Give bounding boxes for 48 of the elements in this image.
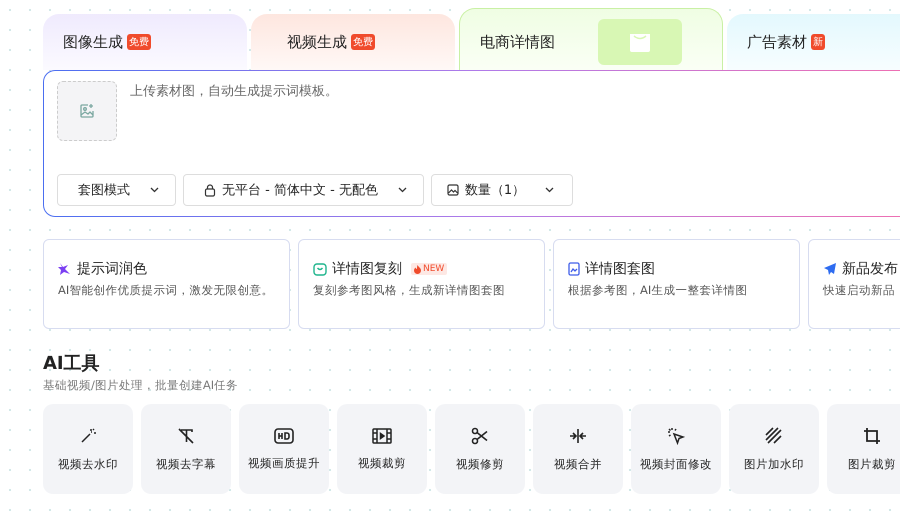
- new-label: NEW: [423, 264, 444, 274]
- mode-tab[interactable]: 视频生成 免费: [251, 14, 455, 70]
- flame-icon: [414, 264, 421, 274]
- hd-icon: [274, 428, 294, 444]
- tool-button[interactable]: 视频画质提升: [239, 404, 329, 494]
- feature-card[interactable]: 提示词润色 AI智能创作优质提示词，激发无限创意。: [43, 239, 290, 329]
- chevron-down-icon: [150, 187, 159, 193]
- card-description: 复刻参考图风格，生成新详情图套图: [313, 283, 506, 298]
- tool-button[interactable]: 图片加水印: [729, 404, 819, 494]
- card-description: 根据参考图，AI生成一整套详情图: [568, 283, 748, 298]
- scissors-icon: [471, 426, 489, 444]
- option-dropdown[interactable]: 套图模式: [57, 174, 176, 206]
- merge-icon: [569, 426, 587, 444]
- feature-card[interactable]: 详情图套图 根据参考图，AI生成一整套详情图: [553, 239, 800, 329]
- cursor-click-icon: [667, 426, 685, 444]
- tool-button[interactable]: 视频裁剪: [337, 404, 427, 494]
- card-description: 快速启动新品: [823, 283, 896, 298]
- card-description: AI智能创作优质提示词，激发无限创意。: [58, 283, 274, 298]
- crop-icon: [863, 426, 881, 444]
- upload-image-button[interactable]: [57, 81, 117, 141]
- mode-tab[interactable]: 广告素材 新: [727, 14, 900, 70]
- sparkle-icon: [58, 262, 72, 276]
- tool-button[interactable]: 图片裁剪: [827, 404, 900, 494]
- phone-image-icon: [568, 262, 580, 276]
- tool-button[interactable]: 视频去水印: [43, 404, 133, 494]
- option-dropdown[interactable]: 数量（1）: [430, 174, 574, 206]
- shopping-bag-icon: [598, 19, 682, 65]
- add-image-icon: [79, 103, 95, 119]
- text-off-icon: [177, 426, 195, 444]
- feature-card[interactable]: 新品发布 快速启动新品: [808, 239, 900, 329]
- mode-tab[interactable]: 电商详情图: [459, 8, 723, 70]
- chevron-down-icon: [398, 187, 407, 193]
- feature-card[interactable]: 详情图复刻 NEW 复刻参考图风格，生成新详情图套图: [298, 239, 545, 329]
- image-icon: [446, 184, 459, 196]
- section-title: AI工具: [43, 352, 100, 375]
- magic-wand-icon: [79, 426, 97, 444]
- tool-button[interactable]: 视频封面修改: [631, 404, 721, 494]
- chevron-down-icon: [545, 187, 554, 193]
- film-icon: [372, 428, 392, 444]
- diagonal-lines-icon: [765, 426, 783, 444]
- tool-button[interactable]: 视频去字幕: [141, 404, 231, 494]
- mode-tab[interactable]: 图像生成 免费: [43, 14, 247, 70]
- prompt-field[interactable]: 上传素材图，自动生成提示词模板。: [130, 81, 900, 101]
- option-dropdown[interactable]: 无平台 - 简体中文 - 无配色: [183, 174, 424, 206]
- tool-button[interactable]: 视频合并: [533, 404, 623, 494]
- tool-button[interactable]: 视频修剪: [435, 404, 525, 494]
- paper-plane-icon: [823, 262, 837, 276]
- section-subtitle: 基础视频/图片处理，批量创建AI任务: [43, 378, 238, 393]
